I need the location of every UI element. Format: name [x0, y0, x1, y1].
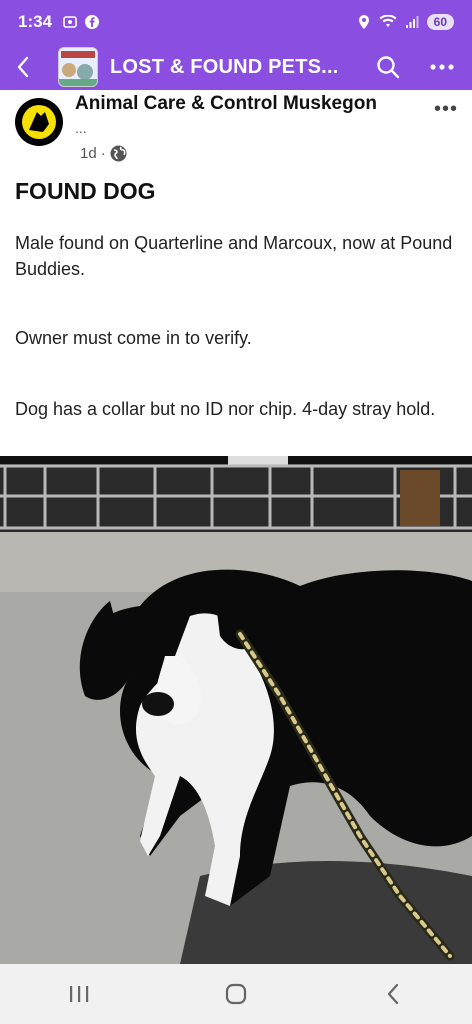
author-subtext: ... [75, 120, 87, 136]
post-paragraph: Owner must come in to verify. [15, 328, 252, 348]
group-app-bar: LOST & FOUND PETS... [0, 44, 472, 90]
home-button[interactable] [206, 983, 266, 1005]
screenshot-icon [63, 16, 77, 28]
status-bar: 1:34 60 [0, 0, 472, 44]
group-title[interactable]: LOST & FOUND PETS... [110, 56, 338, 79]
recents-nav-icon [69, 986, 88, 1002]
battery-indicator: 60 [426, 14, 454, 30]
post-time[interactable]: 1d · [80, 145, 106, 162]
dog-photo [0, 456, 472, 964]
dog-silhouette-logo [22, 105, 56, 139]
post-header: Animal Care & Control Muskegon ... 1d · … [0, 90, 472, 170]
back-button[interactable] [0, 56, 46, 78]
signal-icon [405, 16, 419, 28]
post-photo[interactable] [0, 456, 472, 964]
status-time: 1:34 [18, 12, 53, 31]
facebook-notification-icon [85, 15, 100, 29]
back-arrow-icon [17, 56, 29, 78]
post-paragraph: Male found on Quarterline and Marcoux, n… [15, 233, 453, 279]
post-title: FOUND DOG [15, 178, 156, 204]
back-nav-button[interactable] [363, 983, 423, 1005]
back-nav-icon [388, 983, 399, 1005]
post-paragraph: Dog has a collar but no ID nor chip. 4-d… [15, 399, 436, 419]
post-meta: 1d · [80, 145, 127, 162]
system-navigation-bar [0, 964, 472, 1024]
author-name[interactable]: Animal Care & Control Muskegon [75, 93, 377, 115]
more-options-icon[interactable] [430, 64, 454, 70]
home-nav-icon [225, 983, 247, 1005]
globe-icon [110, 145, 127, 162]
post-options-button[interactable]: ••• [434, 98, 458, 121]
recents-button[interactable] [49, 984, 109, 1004]
search-icon[interactable] [376, 55, 400, 79]
location-icon [358, 15, 369, 29]
group-thumbnail[interactable] [58, 47, 98, 87]
author-avatar[interactable] [15, 98, 63, 146]
wifi-icon [379, 15, 397, 27]
group-cover-image [59, 48, 97, 86]
